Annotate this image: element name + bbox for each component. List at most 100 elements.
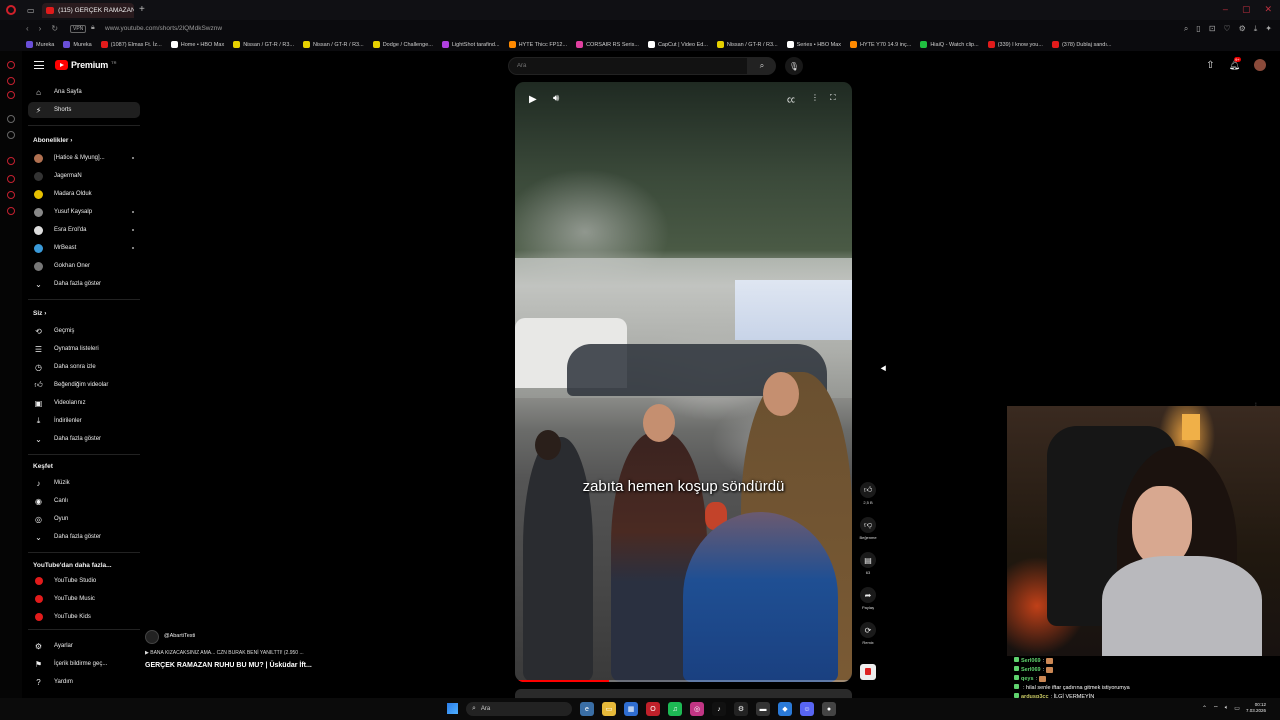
sidebar-item-subscription[interactable]: MrBeast xyxy=(28,240,140,256)
sidebar-app-icon[interactable] xyxy=(7,61,15,69)
show-more-explore[interactable]: ⌄ Daha fazla göster xyxy=(28,529,140,545)
sidebar-item-subscription[interactable]: Esra Erol'da xyxy=(28,222,140,238)
channel-avatar[interactable] xyxy=(145,630,159,644)
channel-name[interactable]: @AbartiTesti xyxy=(164,633,195,639)
sidebar-item-subscription[interactable]: [Hatice & Myung]... xyxy=(28,150,140,166)
tab-list-icon[interactable]: ▭ xyxy=(27,6,35,15)
action-comment[interactable]: ▤ 63 xyxy=(857,552,879,575)
sidebar-item-home[interactable]: ⌂ Ana Sayfa xyxy=(28,84,140,100)
bookmark-item[interactable]: HiaiQ - Watch clip... xyxy=(920,41,979,48)
menu-icon[interactable] xyxy=(34,61,44,69)
sidebar-item-more[interactable]: YouTube Studio xyxy=(28,573,140,589)
bookmark-item[interactable]: Series • HBO Max xyxy=(786,41,841,48)
show-more-you[interactable]: ⌄ Daha fazla göster xyxy=(28,431,140,447)
zoom-icon[interactable]: ⌕ xyxy=(1184,24,1188,34)
heart-icon[interactable]: ♡ xyxy=(1223,24,1230,34)
sidebar-item-you[interactable]: ⤓ İndirilenler xyxy=(28,413,140,429)
new-tab-button[interactable]: + xyxy=(139,4,145,15)
sidebar-app-icon[interactable] xyxy=(7,191,15,199)
opera-gx-icon[interactable]: O xyxy=(646,702,660,716)
app-icon[interactable]: ▬ xyxy=(756,702,770,716)
search-input[interactable] xyxy=(509,58,747,74)
discord-icon[interactable]: ☺ xyxy=(800,702,814,716)
account-avatar[interactable] xyxy=(1254,59,1266,71)
forward-icon[interactable]: › xyxy=(39,24,42,33)
bookmark-item[interactable]: Home • HBO Max xyxy=(170,41,224,48)
browser-tab-active[interactable]: (115) GERÇEK RAMAZAN R xyxy=(42,3,134,18)
minimize-icon[interactable]: – xyxy=(1223,4,1228,15)
search-button[interactable]: ⌕ xyxy=(748,57,776,75)
tray-overflow-icon[interactable]: ⌃ xyxy=(1202,705,1207,712)
bookmark-item[interactable]: CapCut | Video Ed... xyxy=(647,41,708,48)
obs-icon[interactable]: ● xyxy=(822,702,836,716)
bookmark-item[interactable]: (339) I know you... xyxy=(987,41,1043,48)
edge-icon[interactable]: e xyxy=(580,702,594,716)
more-options-icon[interactable]: ⋮ xyxy=(811,93,819,102)
video-progress-bar[interactable] xyxy=(515,680,852,682)
store-icon[interactable]: ▦ xyxy=(624,702,638,716)
ai-icon[interactable]: ✦ xyxy=(1265,24,1272,34)
captions-icon[interactable]: ㏄ xyxy=(787,94,795,105)
tiktok-icon[interactable]: ♪ xyxy=(712,702,726,716)
opera-logo-icon[interactable] xyxy=(6,5,16,15)
sidebar-item-you[interactable]: 👍︎ Beğendiğim videolar xyxy=(28,377,140,393)
lock-icon[interactable]: 🔒︎ xyxy=(91,24,95,32)
bookmark-item[interactable]: HYTE Thicc FP12... xyxy=(508,41,567,48)
volume-icon[interactable]: 🔊︎ xyxy=(553,93,559,104)
bookmark-item[interactable]: Nissan / GT-R / R3... xyxy=(716,41,778,48)
x-icon[interactable] xyxy=(7,131,15,139)
notifications-button[interactable]: 🔔︎ 9+ xyxy=(1229,56,1242,71)
sidebar-item-shorts[interactable]: ⚡︎ Shorts xyxy=(28,102,140,118)
sidebar-item-settings[interactable]: ? Yardım xyxy=(28,674,140,690)
voice-search-button[interactable]: 🎙︎ xyxy=(785,57,803,75)
action-share[interactable]: ➦ Paylaş xyxy=(857,587,879,610)
vpn-badge[interactable]: VPN xyxy=(70,25,87,33)
sidebar-item-more[interactable]: YouTube Kids xyxy=(28,609,140,625)
taskbar-search[interactable]: ⌕ Ara xyxy=(466,702,572,716)
playlist-link[interactable]: ▶ BANA KIZACAKSINIZ AMA... CZN BURAK BEN… xyxy=(145,650,304,656)
sidebar-item-subscription[interactable]: Gokhan Oner xyxy=(28,258,140,274)
download-icon[interactable]: ⤓ xyxy=(1254,24,1258,34)
sidebar-item-more[interactable]: YouTube Music xyxy=(28,591,140,607)
sidebar-app-icon[interactable] xyxy=(7,157,15,165)
battery-icon[interactable]: ▭ xyxy=(1234,705,1240,712)
bookmark-item[interactable]: (378) Dublaj sandı... xyxy=(1051,41,1111,48)
action-thumbs-up[interactable]: 👍︎ 2,5 B xyxy=(857,482,879,505)
sidebar-item-you[interactable]: ☰ Oynatma listeleri xyxy=(28,341,140,357)
action-remix[interactable]: ⟳ Remix xyxy=(857,622,879,645)
windows-start-icon[interactable] xyxy=(447,703,458,714)
sidebar-item-settings[interactable]: ⚑ İçerik bildirme geç... xyxy=(28,656,140,672)
show-more-subscriptions[interactable]: ⌄ Daha fazla göster xyxy=(28,276,140,292)
bookmark-item[interactable]: CORSAIR RS Seris... xyxy=(576,41,639,48)
spotify-icon[interactable]: ♫ xyxy=(668,702,682,716)
file-explorer-icon[interactable]: ▭ xyxy=(602,702,616,716)
upload-icon[interactable]: ⇧ xyxy=(1206,60,1214,71)
sidebar-item-you[interactable]: ◷ Daha sonra izle xyxy=(28,359,140,375)
bookmark-item[interactable]: Nissan / GT-R / R3... xyxy=(302,41,364,48)
sidebar-item-explore[interactable]: ◉ Canlı xyxy=(28,493,140,509)
speaker-icon[interactable]: 🔈︎ xyxy=(1225,705,1229,712)
screenshot-icon[interactable]: ⊡ xyxy=(1209,24,1216,34)
sidebar-item-settings[interactable]: ⚙ Ayarlar xyxy=(28,638,140,654)
bookmark-item[interactable]: Dodge / Challenge... xyxy=(372,41,433,48)
maximize-icon[interactable]: ▢ xyxy=(1242,4,1251,15)
steam-icon[interactable]: ⚙ xyxy=(734,702,748,716)
back-icon[interactable]: ‹ xyxy=(26,24,29,33)
sidebar-app-icon[interactable] xyxy=(7,175,15,183)
shorts-player[interactable]: ▶ 🔊︎ ㏄ ⋮ ⛶ zabıta hemen koşup söndürdü xyxy=(515,82,852,682)
short-title[interactable]: GERÇEK RAMAZAN RUHU BU MU? | Üsküdar İft… xyxy=(145,662,312,669)
bookmark-icon[interactable]: ▯ xyxy=(1196,24,1200,34)
bookmark-item[interactable]: HYTE Y70 14.9 inç... xyxy=(850,41,911,48)
close-window-icon[interactable]: ✕ xyxy=(1264,4,1272,15)
sound-thumbnail[interactable] xyxy=(860,664,876,680)
youtube-logo[interactable]: Premium TR xyxy=(55,60,116,70)
play-icon[interactable]: ▶ xyxy=(529,94,537,105)
bookmark-item[interactable]: (1087) Elmas Ft. İz... xyxy=(100,41,162,48)
sidebar-app-icon[interactable] xyxy=(7,91,15,99)
sidebar-item-subscription[interactable]: Yusuf Kaysalp xyxy=(28,204,140,220)
sidebar-item-explore[interactable]: ♪ Müzik xyxy=(28,475,140,491)
sidebar-app-icon[interactable] xyxy=(7,207,15,215)
sidebar-item-you[interactable]: ▣ Videolarınız xyxy=(28,395,140,411)
bookmark-item[interactable]: LightShot tarafind... xyxy=(441,41,500,48)
bookmark-item[interactable]: Mureka xyxy=(26,41,54,48)
